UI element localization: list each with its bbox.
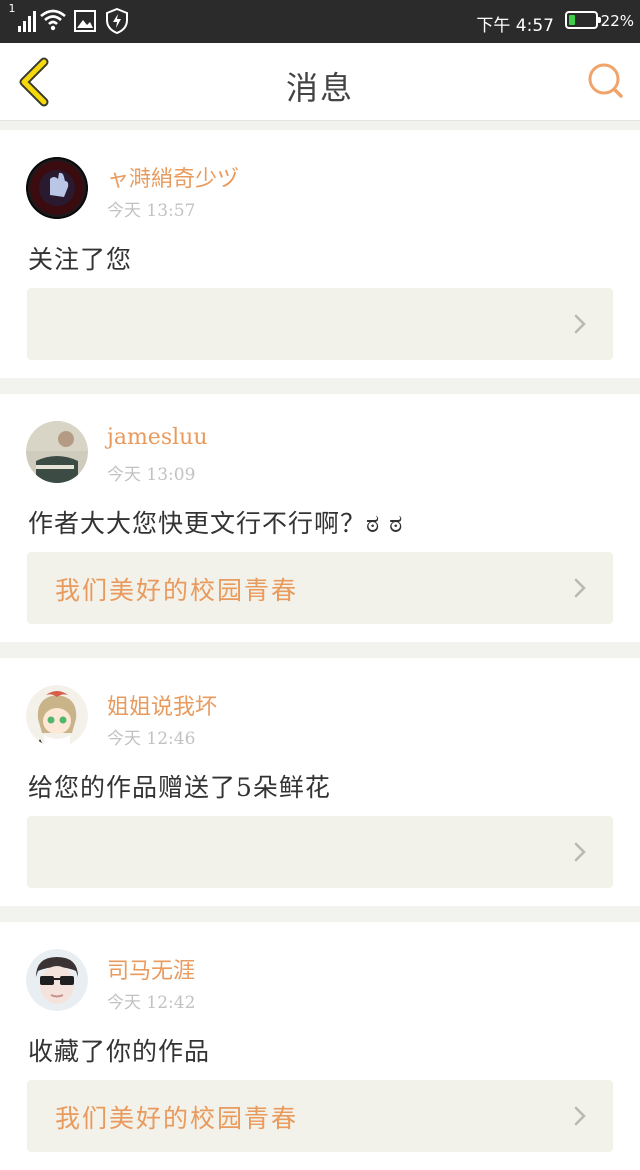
message-text: 收藏了你的作品 <box>28 1037 211 1066</box>
work-link[interactable] <box>27 288 613 360</box>
chevron-right-icon <box>574 578 586 598</box>
message-text: 作者大大您快更文行不行啊？ಠ ಠ <box>28 509 404 538</box>
work-title: 我们美好的校园青春 <box>55 1104 299 1133</box>
message-text: 关注了您 <box>28 245 133 274</box>
page-title: 消息 <box>285 69 354 107</box>
message-card: 姐姐说我坏 今天 12:46 给您的作品赠送了5朵鲜花 <box>0 658 640 906</box>
wifi-icon <box>40 9 66 35</box>
timestamp: 今天 13:57 <box>107 201 196 221</box>
timestamp: 今天 12:46 <box>107 729 196 749</box>
username[interactable]: jamesluu <box>107 425 207 450</box>
avatar[interactable] <box>26 421 88 483</box>
username[interactable]: 姐姐说我坏 <box>107 689 217 721</box>
shield-icon <box>106 7 128 38</box>
chevron-right-icon <box>574 842 586 862</box>
work-link[interactable]: 我们美好的校园青春 <box>27 1080 613 1152</box>
message-text: 给您的作品赠送了5朵鲜花 <box>28 773 331 802</box>
battery-fill <box>569 15 575 25</box>
username[interactable]: 司马无涯 <box>107 953 195 985</box>
message-card: ャ溡綃奇少ヅ 今天 13:57 关注了您 <box>0 130 640 378</box>
chevron-right-icon <box>574 1106 586 1126</box>
header: 消息 <box>0 43 640 121</box>
timestamp: 今天 12:42 <box>107 993 196 1013</box>
search-icon <box>588 63 623 98</box>
avatar[interactable] <box>26 685 88 747</box>
chevron-right-icon <box>574 314 586 334</box>
work-title: 我们美好的校园青春 <box>55 576 299 605</box>
sim-label: 1 <box>8 2 16 15</box>
gallery-icon <box>74 10 96 36</box>
battery-icon <box>565 11 601 29</box>
avatar[interactable] <box>26 157 88 219</box>
message-card: 司马无涯 今天 12:42 收藏了你的作品 我们美好的校园青春 <box>0 922 640 1170</box>
work-link[interactable] <box>27 816 613 888</box>
work-link[interactable]: 我们美好的校园青春 <box>27 552 613 624</box>
avatar[interactable] <box>26 949 88 1011</box>
signal-icon <box>18 10 36 36</box>
timestamp: 今天 13:09 <box>107 465 196 485</box>
search-button[interactable] <box>586 61 626 101</box>
battery-percent: 22% <box>600 12 634 30</box>
message-card: jamesluu 今天 13:09 作者大大您快更文行不行啊？ಠ ಠ 我们美好的… <box>0 394 640 642</box>
status-time: 下午 4:57 <box>476 16 554 36</box>
status-bar: 1 下午 4:57 22% <box>0 0 640 43</box>
username[interactable]: ャ溡綃奇少ヅ <box>107 161 239 193</box>
